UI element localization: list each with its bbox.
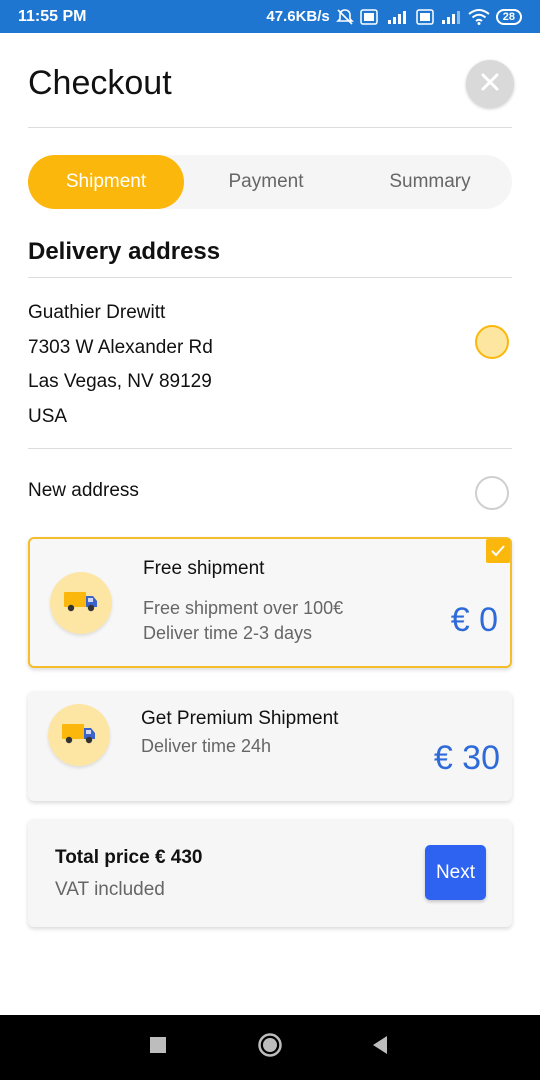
page-title: Checkout — [28, 64, 172, 102]
status-time: 11:55 PM — [18, 7, 87, 25]
circle-icon — [257, 1032, 283, 1063]
total-summary-card: Total price € 430 VAT included Next — [28, 819, 512, 927]
header-divider — [28, 127, 512, 128]
truck-icon — [62, 587, 100, 620]
close-icon — [481, 73, 499, 96]
back-button[interactable] — [350, 1015, 410, 1080]
system-nav-bar — [0, 1015, 540, 1080]
new-address-radio[interactable] — [475, 476, 509, 510]
shipping-option-title: Get Premium Shipment — [141, 708, 339, 729]
checkout-steps-tabs: Shipment Payment Summary — [28, 155, 512, 209]
tab-summary[interactable]: Summary — [348, 155, 512, 209]
recent-apps-button[interactable] — [128, 1015, 188, 1080]
tab-payment[interactable]: Payment — [184, 155, 348, 209]
shipping-option-detail: Deliver time 2-3 days — [143, 623, 313, 643]
shipping-option-price: € 30 — [433, 739, 500, 777]
section-divider — [28, 277, 512, 278]
total-price: Total price € 430 — [55, 847, 203, 868]
address-country: USA — [28, 405, 68, 427]
next-button[interactable]: Next — [425, 845, 486, 900]
tab-shipment[interactable]: Shipment — [28, 155, 184, 209]
close-button[interactable] — [466, 60, 514, 108]
shipping-option-free[interactable]: Free shipment Free shipment over 100€ De… — [28, 537, 512, 668]
shipping-option-detail: Free shipment over 100€ — [143, 598, 344, 618]
section-title-delivery-address: Delivery address — [28, 238, 221, 265]
shipping-option-title: Free shipment — [143, 558, 265, 579]
wifi-icon — [468, 8, 490, 25]
address-divider — [28, 448, 512, 449]
shipping-option-price: € 0 — [450, 601, 498, 639]
battery-icon: 28 — [495, 8, 522, 25]
truck-badge — [48, 704, 110, 766]
selected-check-icon — [486, 539, 510, 563]
network-speed: 47.6KB/s — [266, 8, 330, 25]
truck-icon — [60, 719, 98, 752]
square-icon — [149, 1036, 167, 1059]
address-city: Las Vegas, NV 89129 — [28, 371, 212, 392]
status-bar: 11:55 PM 47.6KB/s 28 — [0, 0, 540, 33]
status-icons: 47.6KB/s 28 — [266, 8, 522, 26]
back-triangle-icon — [371, 1035, 389, 1060]
vat-note: VAT included — [55, 879, 165, 900]
signal-4g-icon — [384, 9, 410, 25]
shipping-option-detail: Deliver time 24h — [141, 736, 272, 756]
saved-address-radio[interactable] — [475, 325, 509, 359]
mute-icon — [335, 8, 354, 26]
address-street: 7303 W Alexander Rd — [28, 336, 213, 358]
saved-address[interactable]: Guathier Drewitt 7303 W Alexander Rd Las… — [28, 296, 213, 434]
volte-icon — [360, 8, 378, 25]
truck-badge — [50, 572, 112, 634]
address-name: Guathier Drewitt — [28, 302, 166, 323]
volte-icon-2 — [416, 8, 434, 25]
new-address-label[interactable]: New address — [28, 480, 139, 502]
home-button[interactable] — [240, 1015, 300, 1080]
signal-icon — [440, 9, 462, 25]
shipping-option-premium[interactable]: Get Premium Shipment Deliver time 24h € … — [28, 691, 512, 801]
